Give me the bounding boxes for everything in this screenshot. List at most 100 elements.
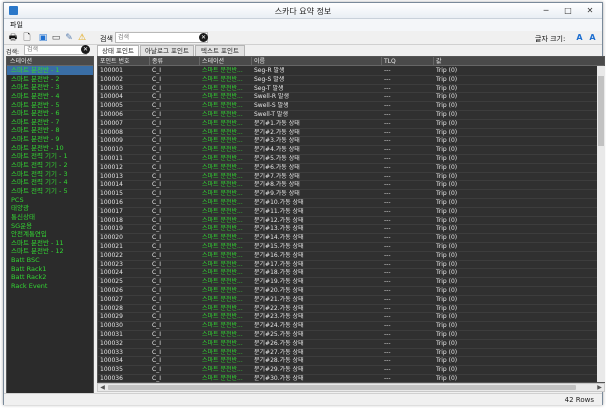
table-row[interactable]: 100024 C_I 스마트 분전반... 분기#18.가동 상태 --- Trip (0… (98, 269, 604, 279)
table-row[interactable]: 100018 C_I 스마트 분전반... 분기#12.가동 상태 --- Trip (0… (98, 217, 604, 226)
table-row[interactable]: 100030 C_I 스마트 분전반... 분기#24.가동 상태 --- Trip (0… (98, 322, 604, 331)
table-cell: C_I (152, 243, 161, 250)
station-item[interactable]: 스마트 분전반 - 5 (7, 101, 93, 110)
table-cell: Trip (0) (436, 348, 458, 356)
table-row[interactable]: 100033 C_I 스마트 분전반... 분기#27.가동 상태 --- Trip (0… (98, 348, 604, 358)
station-item[interactable]: 태양광 (7, 204, 93, 213)
table-row[interactable]: 100025 C_I 스마트 분전반... 분기#19.가동 상태 --- Trip (0… (98, 278, 604, 287)
close-icon[interactable]: ✕ (579, 4, 601, 17)
scroll-right-icon[interactable]: ▶ (595, 384, 604, 392)
monitor-icon[interactable]: ▭ (51, 33, 61, 43)
station-item[interactable]: 스마트 전력 기기 - 3 (7, 170, 93, 179)
clear-search-icon[interactable]: ✕ (199, 33, 208, 42)
maximize-icon[interactable]: □ (557, 4, 579, 17)
warning-icon[interactable]: ⚠ (77, 33, 87, 43)
station-item[interactable]: 스마트 분전반 - 10 (7, 144, 93, 153)
table-row[interactable]: 100016 C_I 스마트 분전반... 분기#10.가동 상태 --- Trip (0… (98, 199, 604, 208)
table-row[interactable]: 100017 C_I 스마트 분전반... 분기#11.가동 상태 --- Trip (0… (98, 208, 604, 217)
table-row[interactable]: 100011 C_I 스마트 분전반... 분기#5.가동 상태 --- Trip (0) (98, 155, 604, 164)
table-row[interactable]: 100032 C_I 스마트 분전반... 분기#26.가동 상태 --- Trip (0… (98, 340, 604, 349)
column-header[interactable]: 포인트 번호 (98, 57, 150, 66)
tab-analog-points[interactable]: 아날로그 포인트 (140, 45, 194, 56)
table-row[interactable]: 100020 C_I 스마트 분전반... 분기#14.가동 상태 --- Trip (0… (98, 234, 604, 243)
vertical-scrollbar[interactable] (597, 66, 605, 382)
table-row[interactable]: 100031 C_I 스마트 분전반... 분기#25.가동 상태 --- Trip (0… (98, 331, 604, 340)
station-item[interactable]: 스마트 분전반 - 9 (7, 135, 93, 144)
vertical-scroll-thumb[interactable] (598, 76, 604, 146)
station-item[interactable]: PCS (7, 196, 93, 205)
station-item[interactable]: 스마트 분전반 - 11 (7, 239, 93, 248)
station-item[interactable]: Batt Rack2 (7, 273, 93, 282)
station-item[interactable]: SG운용 (7, 222, 93, 231)
table-row[interactable]: 100014 C_I 스마트 분전반... 분기#8.가동 상태 --- Trip (0) (98, 181, 604, 191)
column-header[interactable]: 스테이션 (200, 57, 252, 66)
table-row[interactable]: 100034 C_I 스마트 분전반... 분기#28.가동 상태 --- Trip (0… (98, 357, 604, 367)
menu-file[interactable]: 파일 (10, 20, 23, 30)
scroll-left-icon[interactable]: ◀ (98, 384, 107, 392)
search-input[interactable] (115, 32, 208, 43)
clear-station-search-icon[interactable]: ✕ (81, 45, 90, 54)
document-icon[interactable]: 🗋 (22, 33, 32, 43)
table-row[interactable]: 100023 C_I 스마트 분전반... 분기#17.가동 상태 --- Trip (0… (98, 261, 604, 270)
table-row[interactable]: 100036 C_I 스마트 분전반... 분기#30.가동 상태 --- Trip (0… (98, 375, 604, 382)
table-row[interactable]: 100005 C_I 스마트 분전반... Swell-S 발생 --- Trip (0) (98, 102, 604, 111)
table-row[interactable]: 100021 C_I 스마트 분전반... 분기#15.가동 상태 --- Trip (0… (98, 243, 604, 252)
station-item[interactable]: 스마트 전력 기기 - 5 (7, 187, 93, 196)
station-item[interactable]: 스마트 분전반 - 7 (7, 118, 93, 127)
print-icon[interactable]: 🖶 (8, 33, 18, 43)
horizontal-scrollbar[interactable]: ◀ ▶ (97, 383, 605, 392)
table-row[interactable]: 100009 C_I 스마트 분전반... 분기#3.가동 상태 --- Trip (0) (98, 137, 604, 147)
table-row[interactable]: 100003 C_I 스마트 분전반... Seg-T 발생 --- Trip (0) (98, 85, 604, 94)
table-row[interactable]: 100028 C_I 스마트 분전반... 분기#22.가동 상태 --- Trip (0… (98, 305, 604, 314)
table-row[interactable]: 100027 C_I 스마트 분전반... 분기#21.가동 상태 --- Trip (0… (98, 296, 604, 305)
station-item[interactable]: Batt BSC (7, 256, 93, 265)
table-row[interactable]: 100035 C_I 스마트 분전반... 분기#29.가동 상태 --- Trip (0… (98, 366, 604, 375)
station-item[interactable]: Rack Event (7, 282, 93, 291)
station-item[interactable]: 스마트 분전반 - 4 (7, 92, 93, 101)
column-header[interactable]: 이름 (252, 57, 382, 66)
table-row[interactable]: 100010 C_I 스마트 분전반... 분기#4.가동 상태 --- Trip (0) (98, 146, 604, 155)
table-row[interactable]: 100006 C_I 스마트 분전반... Swell-T 발생 --- Trip (0) (98, 111, 604, 120)
station-item[interactable]: 통신상태 (7, 213, 93, 222)
station-item[interactable]: 안전계통연입 (7, 230, 93, 239)
station-item[interactable]: 스마트 전력 기기 - 1 (7, 152, 93, 161)
station-item[interactable]: 스마트 분전반 - 6 (7, 109, 93, 118)
station-item[interactable]: 스마트 분전반 - 1 (7, 66, 93, 75)
tab-status-points[interactable]: 상태 포인트 (97, 45, 139, 56)
station-item[interactable]: 스마트 분전반 - 2 (7, 75, 93, 84)
table-row[interactable]: 100012 C_I 스마트 분전반... 분기#6.가동 상태 --- Trip (0) (98, 164, 604, 173)
table-cell: 100008 (100, 128, 123, 136)
column-header[interactable]: 값 (434, 57, 604, 66)
station-search-input[interactable] (24, 45, 87, 55)
table-row[interactable]: 100019 C_I 스마트 분전반... 분기#13.가동 상태 --- Trip (0… (98, 225, 604, 235)
table-row[interactable]: 100007 C_I 스마트 분전반... 분기#1.가동 상태 --- Trip (0) (98, 120, 604, 129)
table-row[interactable]: 100022 C_I 스마트 분전반... 분기#16.가동 상태 --- Trip (0… (98, 252, 604, 261)
table-cell: --- (384, 243, 391, 250)
tag-icon[interactable]: ✎ (64, 33, 74, 43)
station-item[interactable]: 스마트 분전반 - 3 (7, 83, 93, 92)
table-cell: C_I (152, 199, 161, 206)
table-row[interactable]: 100015 C_I 스마트 분전반... 분기#9.가동 상태 --- Trip (0) (98, 190, 604, 199)
font-decrease-button[interactable]: A (587, 33, 598, 43)
table-row[interactable]: 100013 C_I 스마트 분전반... 분기#7.가동 상태 --- Trip (0) (98, 173, 604, 182)
table-row[interactable]: 100004 C_I 스마트 분전반... Swell-R 발생 --- Trip (0) (98, 93, 604, 103)
tab-text-points[interactable]: 텍스트 포인트 (195, 45, 245, 56)
font-increase-button[interactable]: A (574, 33, 585, 43)
station-item[interactable]: 스마트 전력 기기 - 2 (7, 161, 93, 170)
column-header[interactable]: TLQ (382, 57, 434, 66)
image-icon[interactable]: ▣ (38, 33, 48, 43)
table-cell: C_I (152, 278, 161, 286)
table-row[interactable]: 100008 C_I 스마트 분전반... 분기#2.가동 상태 --- Trip (0) (98, 128, 604, 138)
table-row[interactable]: 100002 C_I 스마트 분전반... Seg-S 발생 --- Trip (0) (98, 76, 604, 85)
station-item[interactable]: 스마트 분전반 - 8 (7, 126, 93, 135)
column-header[interactable]: 종류 (150, 57, 200, 66)
table-row[interactable]: 100001 C_I 스마트 분전반... Seg-R 발생 --- Trip (0) (98, 67, 604, 76)
minimize-icon[interactable]: ─ (535, 4, 557, 17)
station-item[interactable]: 스마트 분전반 - 12 (7, 247, 93, 256)
table-cell: C_I (152, 269, 161, 277)
horizontal-scroll-thumb[interactable] (108, 385, 576, 390)
table-row[interactable]: 100029 C_I 스마트 분전반... 분기#23.가동 상태 --- Trip (0… (98, 313, 604, 323)
station-item[interactable]: Batt Rack1 (7, 265, 93, 274)
table-row[interactable]: 100026 C_I 스마트 분전반... 분기#20.가동 상태 --- Trip (0… (98, 287, 604, 296)
station-item[interactable]: 스마트 전력 기기 - 4 (7, 178, 93, 187)
